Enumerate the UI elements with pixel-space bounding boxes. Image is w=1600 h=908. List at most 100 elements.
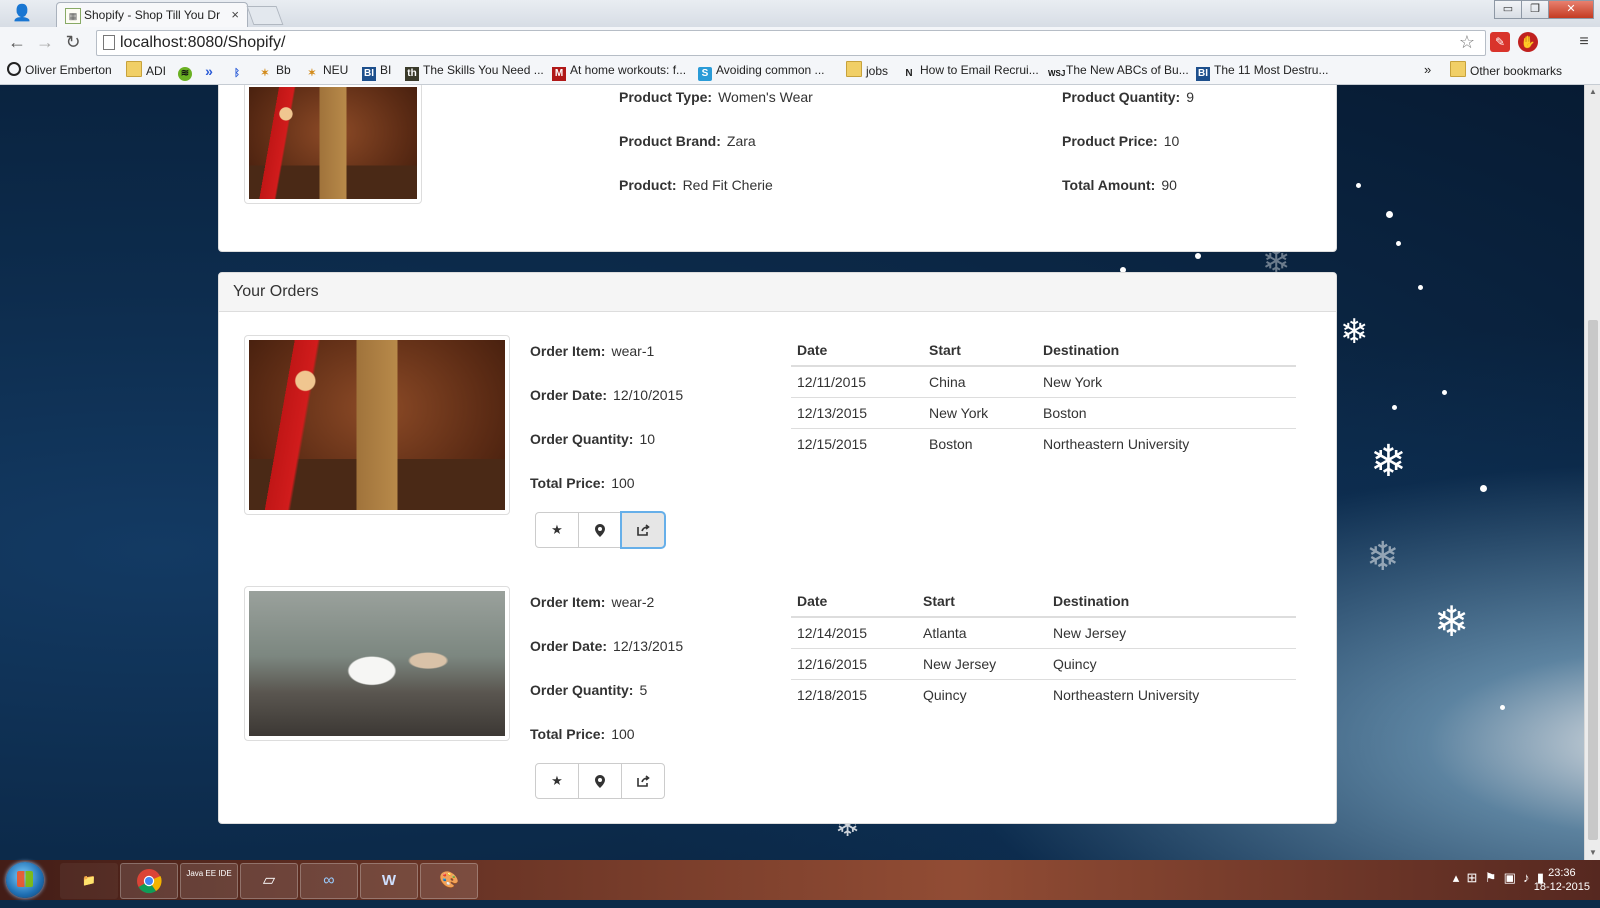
bookmark-avoiding-common[interactable]: S Avoiding common ... [698,61,825,81]
network-icon[interactable]: ▣ [1504,870,1516,885]
browser-tab[interactable]: ▦ Shopify - Shop Till You Dr × [56,2,248,28]
browser-toolbar: ← → ↻ localhost:8080/Shopify/ ☆ ✎ ✋ ≡ [0,27,1600,57]
order-quantity-field: Order Quantity: 10 [530,431,656,447]
track-location-button[interactable] [578,512,622,548]
bookmark-folder-jobs[interactable]: jobs [846,61,888,79]
action-center-icon[interactable]: ⚑ [1485,870,1497,885]
tab-close-icon[interactable]: × [231,3,239,27]
share-button[interactable] [621,763,665,799]
circle-icon [7,62,21,76]
product-brand-field: Product Brand: Zara [619,133,756,149]
bookmark-double-chevron[interactable]: » [202,61,220,79]
snow-dot [1356,183,1361,188]
bookmarks-bar: Oliver Emberton ADI ≋ » ᛒ ✶ Bb ✶ NEU BI BI … [0,57,1600,85]
java-ee-ide-icon[interactable]: Java EE IDE [180,863,238,899]
adblock-extension-icon[interactable]: ✋ [1518,32,1538,52]
product-price-field: Product Price: 10 [1062,133,1180,149]
scrollbar-thumb[interactable] [1588,320,1598,840]
snow-dot [1500,705,1505,710]
other-bookmarks-folder[interactable]: Other bookmarks [1450,61,1562,79]
address-bar[interactable]: localhost:8080/Shopify/ ☆ [96,30,1486,56]
folder-icon [126,61,142,77]
bookmark-bi[interactable]: BI BI [362,61,391,81]
orders-heading-title: Your Orders [233,283,319,300]
new-tab-button[interactable] [246,6,284,25]
destination-header: Destination [1047,586,1296,618]
volume-icon[interactable]: ♪ [1523,870,1530,885]
bookmark-folder-adi[interactable]: ADI [126,61,166,79]
url-text[interactable]: localhost:8080/Shopify/ [120,33,285,53]
route-header-row: Date Start Destination [791,335,1296,367]
bookmark-email-recruiters[interactable]: N How to Email Recrui... [902,61,1038,79]
browser-menu-icon[interactable]: ≡ [1576,32,1592,52]
product-details-panel: Product Type: Women's Wear Product Brand:… [218,85,1337,252]
order-route-table: Date Start Destination 12/14/2015 Atlant… [791,586,1296,710]
minimize-button[interactable]: ▭ [1494,0,1522,19]
snowflake-icon: ❄ [1366,535,1400,579]
bookmark-11-most-destructive[interactable]: BI The 11 Most Destru... [1196,61,1329,81]
bookmark-oliver-emberton[interactable]: Oliver Emberton [7,61,112,79]
favorite-button[interactable]: ★ [535,763,579,799]
table-row: 12/13/2015 New York Boston [791,397,1296,429]
bookmarks-overflow-chevron-icon[interactable]: » [1424,61,1431,79]
snowflake-icon: ❄ [1370,437,1407,486]
favorite-button[interactable]: ★ [535,512,579,548]
restore-button[interactable]: ❐ [1521,0,1549,19]
bluetooth-icon: ᛒ [234,68,240,79]
destination-header: Destination [1037,335,1296,367]
bookmark-neu[interactable]: ✶ NEU [305,61,349,79]
show-hidden-icons-icon[interactable]: ▴ [1453,870,1460,885]
windows-flag-icon[interactable]: ⊞ [1467,870,1478,885]
windows-taskbar: 📁 Java EE IDE ▱ ∞ W 🎨 ▴ ⊞ ⚑ ▣ ♪ ▮ 23:36 … [0,860,1600,900]
bookmark-star-icon[interactable]: ☆ [1459,31,1475,53]
bookmark-skills-you-need[interactable]: th The Skills You Need ... [405,61,544,81]
order-action-buttons: ★ [535,763,665,799]
chrome-icon[interactable] [120,863,178,899]
clock-date: 18-12-2015 [1533,881,1590,893]
file-explorer-icon[interactable]: 📁 [60,863,118,899]
n-icon: N [905,68,913,79]
white-dress-photo [249,591,505,736]
scroll-up-arrow-icon[interactable]: ▲ [1585,85,1600,99]
order-item-field: Order Item: wear-2 [530,594,655,610]
scroll-down-arrow-icon[interactable]: ▼ [1585,846,1600,860]
bookmark-blackboard[interactable]: ✶ Bb [258,61,291,79]
order-thumbnail[interactable] [244,586,510,741]
windows-logo-icon [17,871,33,887]
reload-icon[interactable]: ↻ [62,31,84,53]
bookmark-home-workouts[interactable]: M At home workouts: f... [552,61,686,81]
paint-icon[interactable]: 🎨 [420,863,478,899]
shopify-favicon-icon: ▦ [65,8,81,24]
wsj-icon: WSJ [1048,69,1066,78]
order-quantity-field: Order Quantity: 5 [530,682,648,698]
forward-arrow-icon[interactable]: → [34,31,56,53]
red-dress-photo [249,340,505,510]
order-date-field: Order Date: 12/10/2015 [530,387,684,403]
snowflake-icon: ❄ [1340,313,1369,351]
snow-dot [1442,390,1447,395]
incognito-profile-icon[interactable]: 👤 [4,3,40,25]
word-icon[interactable]: W [360,863,418,899]
order-total-price-field: Total Price: 100 [530,726,635,742]
clock-time: 23:36 [1548,867,1576,879]
double-chevron-icon: » [205,63,213,79]
system-clock[interactable]: 23:36 18-12-2015 [1534,866,1590,894]
visual-studio-icon[interactable]: ∞ [300,863,358,899]
start-button[interactable] [6,862,44,898]
table-row: 12/18/2015 Quincy Northeastern Universit… [797,687,1200,703]
close-window-button[interactable]: ✕ [1548,0,1594,19]
share-icon [636,775,650,787]
page-scrollbar[interactable]: ▲ ▼ [1584,85,1600,860]
product-thumbnail[interactable] [244,85,422,204]
star-icon: ★ [551,522,563,537]
bookmark-bluetooth[interactable]: ᛒ [230,61,248,79]
bookmark-spotify[interactable]: ≋ [178,61,196,81]
product-quantity-field: Product Quantity: 9 [1062,89,1195,105]
bookmark-new-abcs[interactable]: WSJThe New ABCs of Bu... [1048,61,1189,79]
share-button[interactable] [621,512,665,548]
track-location-button[interactable] [578,763,622,799]
pdf-extension-icon[interactable]: ✎ [1490,32,1510,52]
order-thumbnail[interactable] [244,335,510,515]
notepad-icon[interactable]: ▱ [240,863,298,899]
back-arrow-icon[interactable]: ← [6,31,28,53]
